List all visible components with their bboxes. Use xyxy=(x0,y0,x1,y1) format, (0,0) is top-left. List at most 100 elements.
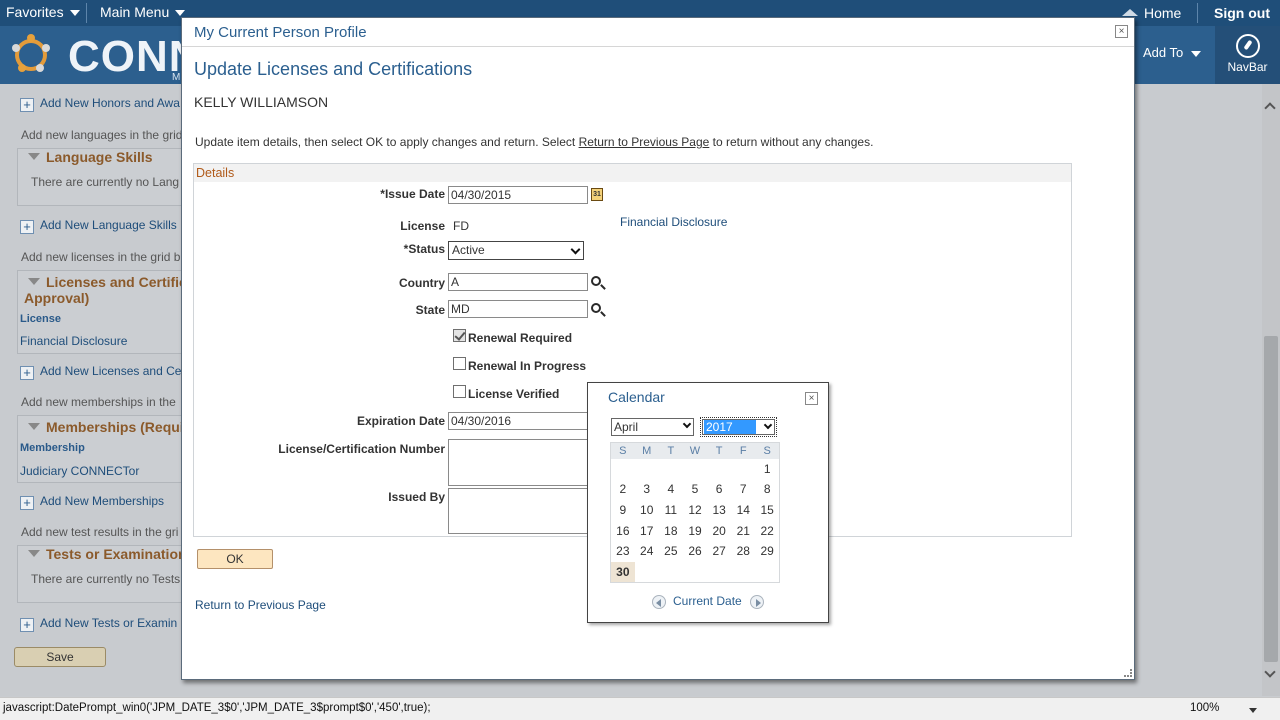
scroll-up-icon[interactable] xyxy=(1264,102,1276,114)
scroll-down-icon[interactable] xyxy=(1264,666,1276,678)
calendar-close-icon[interactable]: × xyxy=(805,392,818,405)
status-select[interactable]: Active xyxy=(448,241,584,260)
main-menu[interactable]: Main Menu xyxy=(100,4,186,20)
favorites-menu[interactable]: Favorites xyxy=(6,4,80,20)
state-input[interactable] xyxy=(448,300,588,318)
licenses-info: Add new licenses in the grid b xyxy=(21,250,181,264)
issued-by-textarea[interactable] xyxy=(448,488,590,534)
calendar-day[interactable]: 20 xyxy=(707,520,731,541)
renewal-required-checkbox[interactable] xyxy=(453,329,466,342)
instructions-return-link[interactable]: Return to Previous Page xyxy=(579,135,710,149)
state-lookup-search-icon[interactable] xyxy=(591,303,606,317)
license-column-header: License xyxy=(20,313,61,325)
calendar-day[interactable]: 23 xyxy=(611,541,635,562)
save-button[interactable]: Save xyxy=(14,647,106,667)
calendar-empty-cell xyxy=(755,562,779,583)
license-row-link[interactable]: Financial Disclosure xyxy=(20,334,127,348)
cert-number-label: License/Certification Number xyxy=(278,442,445,456)
renewal-required-label: Renewal Required xyxy=(468,331,573,345)
calendar-day[interactable]: 3 xyxy=(635,479,659,500)
expiration-date-label: Expiration Date xyxy=(356,414,445,428)
calendar-day[interactable]: 29 xyxy=(755,541,779,562)
calendar-day[interactable]: 8 xyxy=(755,479,779,500)
calendar-day[interactable]: 1 xyxy=(755,459,779,480)
calendar-day[interactable]: 10 xyxy=(635,500,659,521)
calendar-day[interactable]: 17 xyxy=(635,520,659,541)
cert-number-textarea[interactable] xyxy=(448,439,590,486)
add-to-caret-icon xyxy=(1191,50,1202,57)
month-select[interactable]: April xyxy=(611,418,694,436)
weekday-header: W xyxy=(682,442,708,459)
add-licenses-label: Add New Licenses and Ce xyxy=(40,364,182,378)
country-input[interactable] xyxy=(448,273,588,291)
license-value: FD xyxy=(453,219,469,233)
calendar-day[interactable]: 9 xyxy=(611,500,635,521)
page-title: Update Licenses and Certifications xyxy=(194,59,473,79)
calendar-day[interactable]: 27 xyxy=(707,541,731,562)
calendar-day[interactable]: 6 xyxy=(707,479,731,500)
calendar-day[interactable]: 26 xyxy=(683,541,707,562)
plus-icon: + xyxy=(20,98,34,112)
calendar-day[interactable]: 11 xyxy=(659,500,683,521)
calendar-day[interactable]: 7 xyxy=(731,479,755,500)
return-to-previous-page-link[interactable]: Return to Previous Page xyxy=(195,598,326,612)
calendar-day[interactable]: 21 xyxy=(731,520,755,541)
calendar-day[interactable]: 30 xyxy=(610,561,635,583)
zoom-dropdown-icon[interactable] xyxy=(1249,708,1257,713)
scrollbar-thumb[interactable] xyxy=(1264,336,1278,662)
calendar-day[interactable]: 22 xyxy=(755,520,779,541)
licenses-title[interactable]: Licenses and Certific xyxy=(28,274,187,290)
tests-empty-text: There are currently no Tests xyxy=(31,572,181,586)
membership-row-link[interactable]: Judiciary CONNECTor xyxy=(20,464,139,478)
calendar-day[interactable]: 24 xyxy=(635,541,659,562)
resize-handle-icon[interactable] xyxy=(1124,669,1132,677)
calendar-day[interactable]: 25 xyxy=(659,541,683,562)
country-label: Country xyxy=(399,276,445,290)
instructions-suffix: to return without any changes. xyxy=(709,135,874,149)
expiration-date-input[interactable] xyxy=(448,412,588,430)
add-language-link[interactable]: + Add New Language Skills xyxy=(20,218,177,234)
calendar-day[interactable]: 19 xyxy=(683,520,707,541)
add-to-menu[interactable]: Add To xyxy=(1143,45,1202,60)
sign-out-link[interactable]: Sign out xyxy=(1214,5,1270,21)
license-verified-checkbox[interactable] xyxy=(453,385,466,398)
calendar-day[interactable]: 13 xyxy=(707,500,731,521)
previous-date-icon[interactable] xyxy=(652,595,666,609)
calendar-day[interactable]: 12 xyxy=(683,500,707,521)
add-tests-link[interactable]: + Add New Tests or Examin xyxy=(20,616,177,632)
page-scrollbar[interactable] xyxy=(1262,84,1280,696)
calendar-day[interactable]: 5 xyxy=(683,479,707,500)
language-skills-title[interactable]: Language Skills xyxy=(28,149,153,165)
zoom-level[interactable]: 100% xyxy=(1190,702,1219,714)
add-licenses-link[interactable]: + Add New Licenses and Ce xyxy=(20,364,181,380)
month-value: April xyxy=(614,420,639,434)
add-honors-link[interactable]: + Add New Honors and Awa xyxy=(20,96,180,112)
plus-icon: + xyxy=(20,618,34,632)
memberships-title[interactable]: Memberships (Requir xyxy=(28,419,189,435)
country-lookup-search-icon[interactable] xyxy=(591,276,606,290)
issue-date-input[interactable] xyxy=(448,186,588,204)
add-language-label: Add New Language Skills xyxy=(40,218,177,232)
calendar-icon[interactable]: 31 xyxy=(591,188,603,201)
year-select[interactable]: 2017 xyxy=(700,417,777,437)
collapse-triangle-icon xyxy=(28,278,40,285)
ok-button[interactable]: OK xyxy=(197,549,273,569)
calendar-day[interactable]: 4 xyxy=(659,479,683,500)
calendar-day[interactable]: 16 xyxy=(611,520,635,541)
renewal-in-progress-checkbox[interactable] xyxy=(453,357,466,370)
calendar-day[interactable]: 28 xyxy=(731,541,755,562)
calendar-day[interactable]: 2 xyxy=(611,479,635,500)
language-empty-text: There are currently no Lang xyxy=(31,175,180,189)
next-date-icon[interactable] xyxy=(750,595,764,609)
modal-close-icon[interactable]: × xyxy=(1115,25,1128,38)
calendar-day[interactable]: 15 xyxy=(755,500,779,521)
calendar-week-row: 9 10 11 12 13 14 15 xyxy=(611,500,780,521)
navbar-button[interactable]: NavBar xyxy=(1215,26,1280,84)
calendar-empty-cell xyxy=(635,562,659,583)
calendar-day[interactable]: 14 xyxy=(731,500,755,521)
current-date-link[interactable]: Current Date xyxy=(673,594,742,608)
calendar-day[interactable]: 18 xyxy=(659,520,683,541)
tests-title[interactable]: Tests or Examination xyxy=(28,546,187,562)
add-memberships-link[interactable]: + Add New Memberships xyxy=(20,494,164,510)
instructions-prefix: Update item details, then select OK to a… xyxy=(195,135,579,149)
